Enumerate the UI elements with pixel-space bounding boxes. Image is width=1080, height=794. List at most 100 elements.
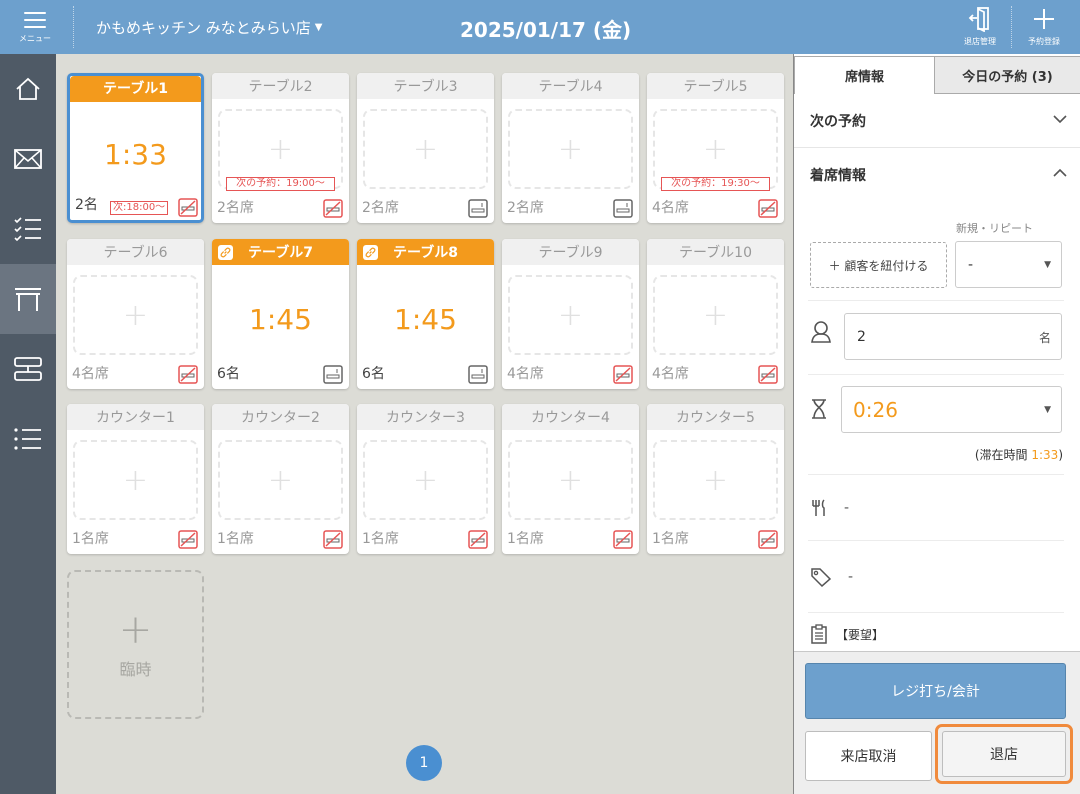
empty-seat-plus-icon: + [363,109,488,189]
person-icon [811,321,831,343]
table-card[interactable]: カウンター4 +1名席 [502,404,639,554]
chevron-up-icon [1053,168,1067,177]
elapsed-time-value: 1:33 [1031,448,1059,462]
cancel-visit-button[interactable]: 来店取消 [805,731,932,781]
table-name: カウンター1 [67,404,204,430]
empty-seat-plus-icon: + [218,440,343,520]
table-card[interactable]: テーブル10 +4名席 [647,239,784,389]
course-row[interactable]: - [810,497,1070,519]
home-icon [16,77,40,100]
smoking-icon [468,199,488,218]
table-card[interactable]: テーブル8 1:45 6名 [357,239,494,389]
seat-count: 1名席 [507,531,544,547]
table-card[interactable]: テーブル7 1:45 6名 [212,239,349,389]
header-divider [73,6,74,48]
tag-row[interactable]: - [810,566,1070,588]
divider [808,540,1064,541]
table-name: テーブル9 [502,239,639,265]
app-root: メニュー かもめキッチン みなとみらい店 ▼ 2025/01/17 (金) 退店… [0,0,1080,794]
table-card[interactable]: カウンター1 +1名席 [67,404,204,554]
chevron-down-icon [1053,115,1067,124]
table-card[interactable]: テーブル4 +2名席 [502,73,639,223]
table-icon [15,288,41,311]
hourglass-icon [812,399,826,419]
tag-value: - [848,569,854,585]
layout-icon [14,357,42,381]
panel-content[interactable]: 次の予約 着席情報 ＋ 顧客を紐付ける 新規・リピート - ▼ 2 名 0:26… [794,94,1080,651]
party-size-input[interactable]: 2 名 [844,313,1062,360]
table-card[interactable]: テーブル1 1:33 2名 次:18:00～ [67,73,204,223]
next-reservation-section[interactable]: 次の予約 [794,94,1080,148]
next-reservation-badge: 次の予約：19:00～ [226,177,335,191]
checkout-highlight: 退店 [935,724,1073,784]
link-icon [218,245,233,260]
sidebar-item-layout[interactable] [0,334,56,404]
new-repeat-select[interactable]: - ▼ [955,241,1062,288]
table-card[interactable]: カウンター3 +1名席 [357,404,494,554]
stay-duration-value: 0:26 [853,397,898,422]
no-smoking-icon [613,530,633,549]
request-row[interactable]: 【要望】 [810,624,884,644]
table-card[interactable]: カウンター5 +1名席 [647,404,784,554]
table-name: カウンター3 [357,404,494,430]
seat-count: 1名席 [362,531,399,547]
checkout-button[interactable]: 退店 [942,731,1066,777]
menu-button[interactable]: メニュー [0,0,70,54]
elapsed-time-note: (滞在時間 1:33) [975,446,1063,463]
no-smoking-icon [613,365,633,384]
mail-icon [14,149,42,169]
no-smoking-icon [323,530,343,549]
elapsed-time-prefix: (滞在時間 [974,448,1032,462]
tag-icon [811,568,832,587]
temporary-table-button[interactable]: + 臨時 [67,570,204,719]
header-bar: メニュー かもめキッチン みなとみらい店 ▼ 2025/01/17 (金) 退店… [0,0,1080,54]
seat-count: 1名席 [652,531,689,547]
exit-door-icon [968,4,992,34]
store-selector[interactable]: かもめキッチン みなとみらい店 ▼ [96,17,322,38]
new-reservation-button[interactable]: 予約登録 [1021,4,1067,50]
no-smoking-icon [178,530,198,549]
empty-seat-plus-icon: + [73,275,198,355]
sidebar [0,54,56,794]
table-card[interactable]: テーブル5 +4名席 次の予約：19:30～ [647,73,784,223]
seat-count: 1名席 [72,531,109,547]
empty-seat-plus-icon: + [653,275,778,355]
empty-seat-plus-icon: + [363,440,488,520]
checkout-management-button[interactable]: 退店管理 [957,4,1003,50]
seating-info-heading: 着席情報 [810,168,866,184]
link-customer-button[interactable]: ＋ 顧客を紐付ける [810,242,947,288]
table-grid: テーブル1 1:33 2名 次:18:00～ テーブル2 +2名席 次の予約：19:00～ テ… [59,56,790,790]
new-repeat-label: 新規・リピート [956,222,1033,235]
table-name: カウンター5 [647,404,784,430]
no-smoking-icon [323,199,343,218]
sidebar-item-mail[interactable] [0,124,56,194]
no-smoking-icon [758,365,778,384]
sidebar-item-list[interactable] [0,404,56,474]
page-indicator[interactable]: 1 [406,745,442,781]
table-card[interactable]: テーブル6 +4名席 [67,239,204,389]
seating-info-section[interactable]: 着席情報 [794,148,1080,202]
table-card[interactable]: テーブル3 +2名席 [357,73,494,223]
table-card[interactable]: カウンター2 +1名席 [212,404,349,554]
smoking-icon [323,365,343,384]
new-repeat-value: - [968,256,974,273]
sidebar-item-home[interactable] [0,54,56,124]
elapsed-time: 1:45 [394,303,457,336]
sidebar-item-checklist[interactable] [0,194,56,264]
table-card[interactable]: テーブル2 +2名席 次の予約：19:00～ [212,73,349,223]
hamburger-icon [24,12,46,28]
table-card[interactable]: テーブル9 +4名席 [502,239,639,389]
divider [808,300,1064,301]
no-smoking-icon [178,365,198,384]
stay-duration-select[interactable]: 0:26 ▼ [841,386,1062,433]
elapsed-time: 1:33 [104,138,167,171]
elapsed-time-suffix: ) [1058,448,1063,462]
register-payment-button[interactable]: レジ打ち/会計 [805,663,1066,719]
sidebar-item-tables[interactable] [0,264,56,334]
tab-seat-info[interactable]: 席情報 [794,56,935,94]
smoking-icon [613,199,633,218]
seat-count: 1名席 [217,531,254,547]
table-name: テーブル4 [502,73,639,99]
seat-count: 4名席 [652,366,689,382]
tab-today-reservations[interactable]: 今日の予約 (3) [935,56,1080,94]
